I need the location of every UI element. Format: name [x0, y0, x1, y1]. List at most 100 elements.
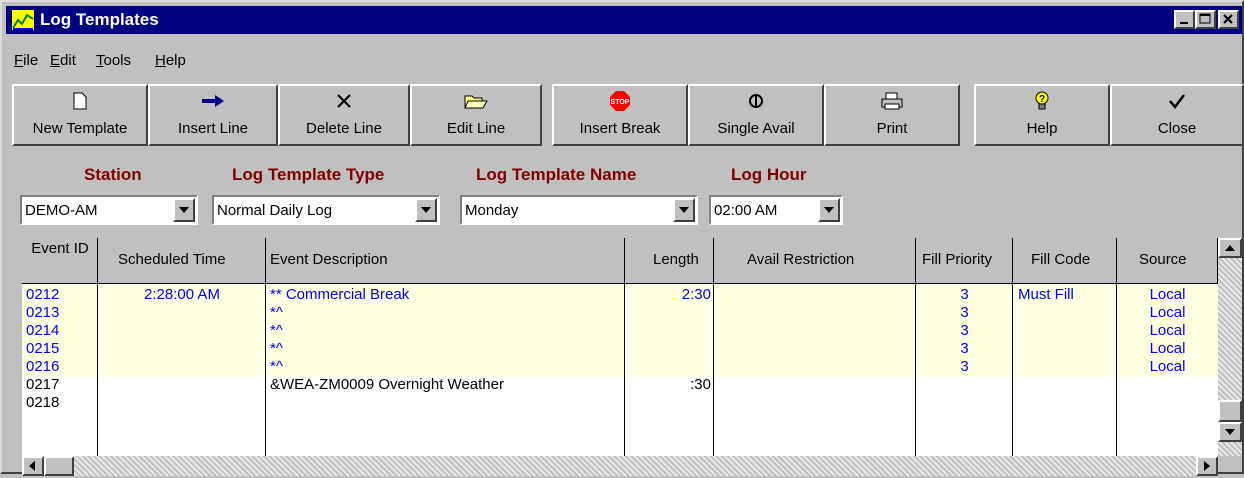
- arrow-right-icon: [1204, 461, 1210, 471]
- cell-desc[interactable]: *^: [270, 304, 620, 322]
- svg-text:?: ?: [1039, 94, 1045, 105]
- col-header-event-id[interactable]: Event ID: [22, 238, 98, 284]
- print-button[interactable]: Print: [824, 84, 960, 146]
- toolbar: New Template Insert Line Delete Line Edi…: [12, 84, 1244, 146]
- cell-id[interactable]: 0214: [26, 322, 96, 340]
- cell-desc[interactable]: ** Commercial Break: [270, 286, 620, 304]
- chevron-down-icon: [824, 207, 834, 213]
- new-document-icon: [73, 92, 87, 110]
- station-label: Station: [84, 165, 142, 184]
- app-chart-icon: [12, 10, 34, 30]
- arrow-up-icon: [1225, 245, 1235, 251]
- cell-length[interactable]: 2:30: [625, 286, 711, 304]
- template-name-dropdown-button[interactable]: [673, 198, 695, 222]
- svg-text:STOP: STOP: [611, 99, 630, 106]
- cell-priority[interactable]: 3: [916, 322, 1013, 340]
- col-header-event-description[interactable]: Event Description: [266, 238, 625, 284]
- menu-tools[interactable]: Tools: [96, 52, 131, 69]
- cell-id[interactable]: 0218: [26, 394, 96, 412]
- stop-sign-icon: STOP: [610, 91, 630, 111]
- arrow-left-icon: [29, 461, 35, 471]
- cell-fill[interactable]: Must Fill: [1018, 286, 1113, 304]
- col-header-avail-restriction[interactable]: Avail Restriction: [714, 238, 916, 284]
- cell-desc[interactable]: *^: [270, 358, 620, 376]
- log-hour-dropdown-button[interactable]: [818, 198, 840, 222]
- minimize-button[interactable]: [1174, 10, 1195, 29]
- menu-edit[interactable]: Edit: [50, 52, 76, 69]
- menu-bar: File Edit Tools Help: [6, 36, 1242, 80]
- window-title: Log Templates: [40, 10, 159, 29]
- horizontal-scrollbar[interactable]: [22, 456, 1218, 476]
- cell-desc[interactable]: *^: [270, 340, 620, 358]
- new-template-button[interactable]: New Template: [12, 84, 148, 146]
- open-folder-icon: [464, 95, 488, 109]
- single-avail-button[interactable]: Single Avail: [688, 84, 824, 146]
- edit-line-button[interactable]: Edit Line: [410, 84, 542, 146]
- cell-source[interactable]: Local: [1117, 340, 1218, 358]
- x-delete-icon: [337, 94, 351, 108]
- scroll-down-button[interactable]: [1218, 422, 1242, 442]
- cell-desc[interactable]: *^: [270, 322, 620, 340]
- maximize-icon: [1199, 13, 1211, 24]
- horizontal-scroll-thumb[interactable]: [44, 456, 74, 476]
- maximize-button[interactable]: [1195, 10, 1216, 29]
- cell-priority[interactable]: 3: [916, 304, 1013, 322]
- log-hour-select[interactable]: 02:00 AM: [709, 195, 843, 225]
- station-select[interactable]: DEMO-AM: [20, 195, 198, 225]
- chevron-down-icon: [421, 207, 431, 213]
- scroll-thumb[interactable]: [1218, 400, 1242, 422]
- cell-id[interactable]: 0212: [26, 286, 96, 304]
- col-header-fill-code[interactable]: Fill Code: [1013, 238, 1117, 284]
- template-name-label: Log Template Name: [476, 165, 637, 184]
- close-icon: [1223, 14, 1233, 24]
- template-type-select[interactable]: Normal Daily Log: [212, 195, 440, 225]
- cell-id[interactable]: 0213: [26, 304, 96, 322]
- menu-file[interactable]: File: [14, 52, 38, 69]
- scroll-up-button[interactable]: [1218, 238, 1242, 258]
- insert-line-button[interactable]: Insert Line: [148, 84, 278, 146]
- help-bulb-icon: ?: [1035, 91, 1049, 110]
- cell-source[interactable]: Local: [1117, 358, 1218, 376]
- close-button[interactable]: Close: [1110, 84, 1244, 146]
- title-bar[interactable]: Log Templates: [6, 6, 1242, 34]
- arrow-right-icon: [202, 95, 224, 107]
- printer-icon: [881, 92, 903, 110]
- scroll-left-button[interactable]: [22, 456, 44, 476]
- single-avail-icon: [749, 94, 763, 108]
- checkmark-icon: [1169, 94, 1185, 109]
- cell-source[interactable]: Local: [1117, 304, 1218, 322]
- insert-break-button[interactable]: STOP Insert Break: [552, 84, 688, 146]
- arrow-down-icon: [1225, 429, 1235, 435]
- col-header-source[interactable]: Source: [1117, 238, 1218, 284]
- cell-time[interactable]: 2:28:00 AM: [98, 286, 266, 304]
- vertical-scrollbar[interactable]: [1218, 238, 1242, 456]
- cell-priority[interactable]: 3: [916, 286, 1013, 304]
- delete-line-button[interactable]: Delete Line: [278, 84, 410, 146]
- cell-id[interactable]: 0216: [26, 358, 96, 376]
- col-header-fill-priority[interactable]: Fill Priority: [916, 238, 1013, 284]
- template-type-dropdown-button[interactable]: [415, 198, 437, 222]
- cell-length[interactable]: :30: [625, 376, 711, 394]
- chevron-down-icon: [179, 207, 189, 213]
- cell-priority[interactable]: 3: [916, 340, 1013, 358]
- log-hour-label: Log Hour: [731, 165, 807, 184]
- col-header-scheduled-time[interactable]: Scheduled Time: [98, 238, 266, 284]
- scroll-right-button[interactable]: [1196, 456, 1218, 476]
- cell-id[interactable]: 0215: [26, 340, 96, 358]
- cell-source[interactable]: Local: [1117, 322, 1218, 340]
- menu-help[interactable]: Help: [155, 52, 186, 69]
- cell-source[interactable]: Local: [1117, 286, 1218, 304]
- template-type-label: Log Template Type: [232, 165, 385, 184]
- cell-id[interactable]: 0217: [26, 376, 96, 394]
- close-window-button[interactable]: [1218, 10, 1239, 29]
- minimize-icon: [1180, 22, 1188, 24]
- log-template-grid[interactable]: Event ID Scheduled Time Event Descriptio…: [22, 238, 1218, 456]
- log-templates-window: Log Templates File Edit Tools Help New T…: [0, 0, 1244, 476]
- cell-priority[interactable]: 3: [916, 358, 1013, 376]
- cell-desc[interactable]: &WEA-ZM0009 Overnight Weather: [270, 376, 620, 394]
- template-name-select[interactable]: Monday: [460, 195, 698, 225]
- help-button[interactable]: ? Help: [974, 84, 1110, 146]
- chevron-down-icon: [679, 207, 689, 213]
- station-dropdown-button[interactable]: [173, 198, 195, 222]
- col-header-length[interactable]: Length: [625, 238, 714, 284]
